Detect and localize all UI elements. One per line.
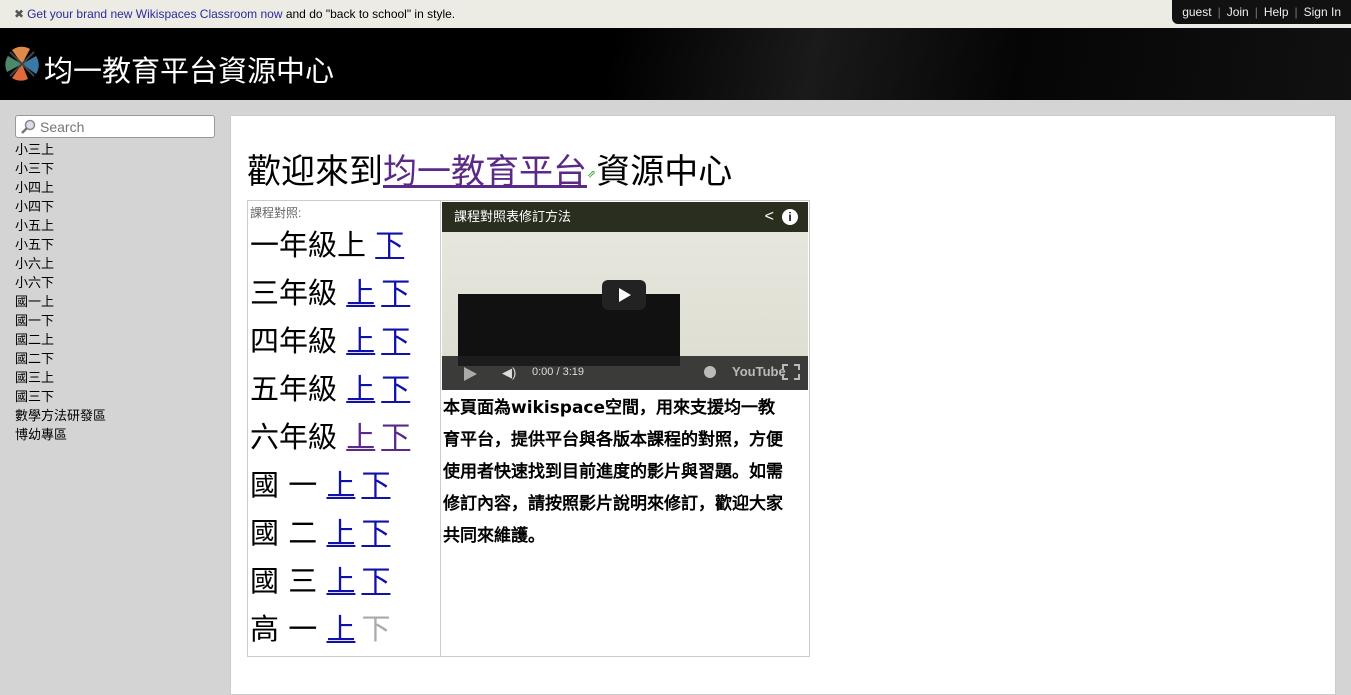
sidebar-item[interactable]: 小三下	[15, 159, 215, 178]
site-header: 均一教育平台資源中心	[0, 28, 1351, 100]
semester-link[interactable]: 下	[361, 564, 390, 598]
help-link[interactable]: Help	[1264, 5, 1289, 19]
search-icon	[21, 119, 36, 134]
video-cell: 課程對照表修訂方法 < i ◀) 0:00 / 3:19 YouTube 本頁面…	[440, 200, 810, 657]
grade-label: 國 一	[250, 468, 327, 502]
grade-label: 四年級	[250, 324, 347, 358]
grade-row: 國 二 上下	[250, 509, 438, 557]
title-suffix: 資源中心	[596, 152, 733, 192]
sidebar-item[interactable]: 國一下	[15, 311, 215, 330]
semester-link[interactable]: 上	[326, 468, 355, 502]
sidebar-item[interactable]: 國三上	[15, 368, 215, 387]
play-icon[interactable]	[464, 367, 477, 381]
course-table: 課程對照: 一年級上 下三年級 上下四年級 上下五年級 上下六年級 上下國 一 …	[247, 200, 810, 657]
youtube-logo[interactable]: YouTube	[732, 364, 786, 379]
grade-row: 高 一 上下	[250, 605, 438, 653]
sidebar-nav: 小三上 小三下 小四上 小四下 小五上 小五下 小六上 小六下 國一上 國一下 國二上 國二下 國三上國…	[15, 140, 215, 444]
video-player[interactable]: 課程對照表修訂方法 < i ◀) 0:00 / 3:19 YouTube	[442, 202, 808, 390]
video-title-bar: 課程對照表修訂方法	[442, 202, 808, 232]
semester-link: 下	[361, 612, 391, 646]
sidebar-item[interactable]: 國三下	[15, 387, 215, 406]
semester-link[interactable]: 下	[381, 324, 410, 358]
semester-link[interactable]: 下	[361, 468, 390, 502]
page-title: 歡迎來到均一教育平台⇗資源中心	[247, 144, 732, 193]
grade-row: 國 三 上下	[250, 557, 438, 605]
grade-label: 高 一	[250, 612, 327, 646]
grade-label: 六年級	[250, 420, 347, 454]
grade-label: 國 三	[250, 564, 327, 598]
sidebar-item[interactable]: 數學方法研發區	[15, 406, 215, 425]
course-list-cell: 課程對照: 一年級上 下三年級 上下四年級 上下五年級 上下六年級 上下國 一 …	[247, 200, 441, 657]
sidebar-item[interactable]: 博幼專區	[15, 425, 215, 444]
video-controls: ◀) 0:00 / 3:19 YouTube	[442, 356, 808, 390]
semester-link[interactable]: 上	[346, 372, 375, 406]
guest-label: guest	[1182, 5, 1212, 19]
grade-row: 國 一 上下	[250, 461, 438, 509]
grade-row: 四年級 上下	[250, 317, 438, 365]
semester-link[interactable]: 上	[346, 276, 375, 310]
semester-link[interactable]: 上	[326, 564, 355, 598]
logo-icon[interactable]	[4, 46, 40, 82]
volume-icon[interactable]: ◀)	[502, 365, 516, 381]
semester-link[interactable]: 下	[381, 276, 410, 310]
grade-label: 一年級上	[250, 228, 376, 262]
semester-link[interactable]: 上	[346, 324, 375, 358]
sidebar-item[interactable]: 國一上	[15, 292, 215, 311]
grade-row: 五年級 上下	[250, 365, 438, 413]
fullscreen-icon[interactable]	[782, 364, 800, 380]
grade-row: 一年級上 下	[250, 221, 438, 269]
sidebar-item[interactable]: 小四下	[15, 197, 215, 216]
external-link-icon: ⇗	[587, 167, 597, 181]
join-link[interactable]: Join	[1227, 5, 1249, 19]
video-title[interactable]: 課程對照表修訂方法	[454, 209, 571, 224]
sidebar: 小三上小三下小四上小四下小五上小五下小六上小六下國一上國一下國二上國二下國三上國…	[15, 115, 215, 444]
semester-link[interactable]: 上	[326, 612, 355, 646]
play-button[interactable]	[602, 280, 646, 310]
search-input[interactable]	[40, 116, 210, 137]
watch-later-icon[interactable]	[704, 366, 716, 378]
sidebar-item[interactable]: 小三上	[15, 140, 215, 159]
semester-link[interactable]: 下	[361, 516, 390, 550]
semester-link[interactable]: 下	[381, 420, 410, 454]
semester-link[interactable]: 上	[346, 420, 375, 454]
user-bar: guest | Join | Help | Sign In	[1172, 0, 1351, 24]
grade-label: 三年級	[250, 276, 347, 310]
title-prefix: 歡迎來到	[247, 152, 383, 192]
video-time: 0:00 / 3:19	[532, 366, 584, 378]
table-caption: 課程對照:	[250, 206, 302, 220]
search-box	[15, 115, 215, 138]
semester-link[interactable]: 上	[326, 516, 355, 550]
grade-label: 五年級	[250, 372, 347, 406]
sidebar-item[interactable]: 小五下	[15, 235, 215, 254]
description: 本頁面為wikispace空間，用來支援均一教育平台，提供平台與各版本課程的對照…	[443, 398, 783, 546]
sign-in-link[interactable]: Sign In	[1304, 5, 1341, 19]
classroom-link[interactable]: Get your brand new Wikispaces Classroom …	[27, 7, 282, 21]
site-title[interactable]: 均一教育平台資源中心	[44, 48, 334, 90]
notice-text: and do "back to school" in style.	[282, 7, 456, 21]
close-icon[interactable]: ✖	[14, 7, 24, 21]
sidebar-item[interactable]: 小六下	[15, 273, 215, 292]
semester-link[interactable]: 下	[381, 372, 410, 406]
sidebar-item[interactable]: 國二下	[15, 349, 215, 368]
semester-link[interactable]: 下	[375, 228, 404, 262]
sidebar-item[interactable]: 國二上	[15, 330, 215, 349]
title-link[interactable]: 均一教育平台	[383, 152, 587, 192]
notice-bar: ✖ Get your brand new Wikispaces Classroom…	[0, 0, 1351, 28]
grade-label: 國 二	[250, 516, 327, 550]
grade-row: 六年級 上下	[250, 413, 438, 461]
info-icon[interactable]: i	[782, 209, 798, 225]
sidebar-item[interactable]: 小五上	[15, 216, 215, 235]
grade-row: 三年級 上下	[250, 269, 438, 317]
sidebar-item[interactable]: 小四上	[15, 178, 215, 197]
sidebar-item[interactable]: 小六上	[15, 254, 215, 273]
share-icon[interactable]: <	[765, 208, 774, 226]
main-content: 歡迎來到均一教育平台⇗資源中心 課程對照: 一年級上 下三年級 上下四年級 上下…	[230, 115, 1336, 695]
